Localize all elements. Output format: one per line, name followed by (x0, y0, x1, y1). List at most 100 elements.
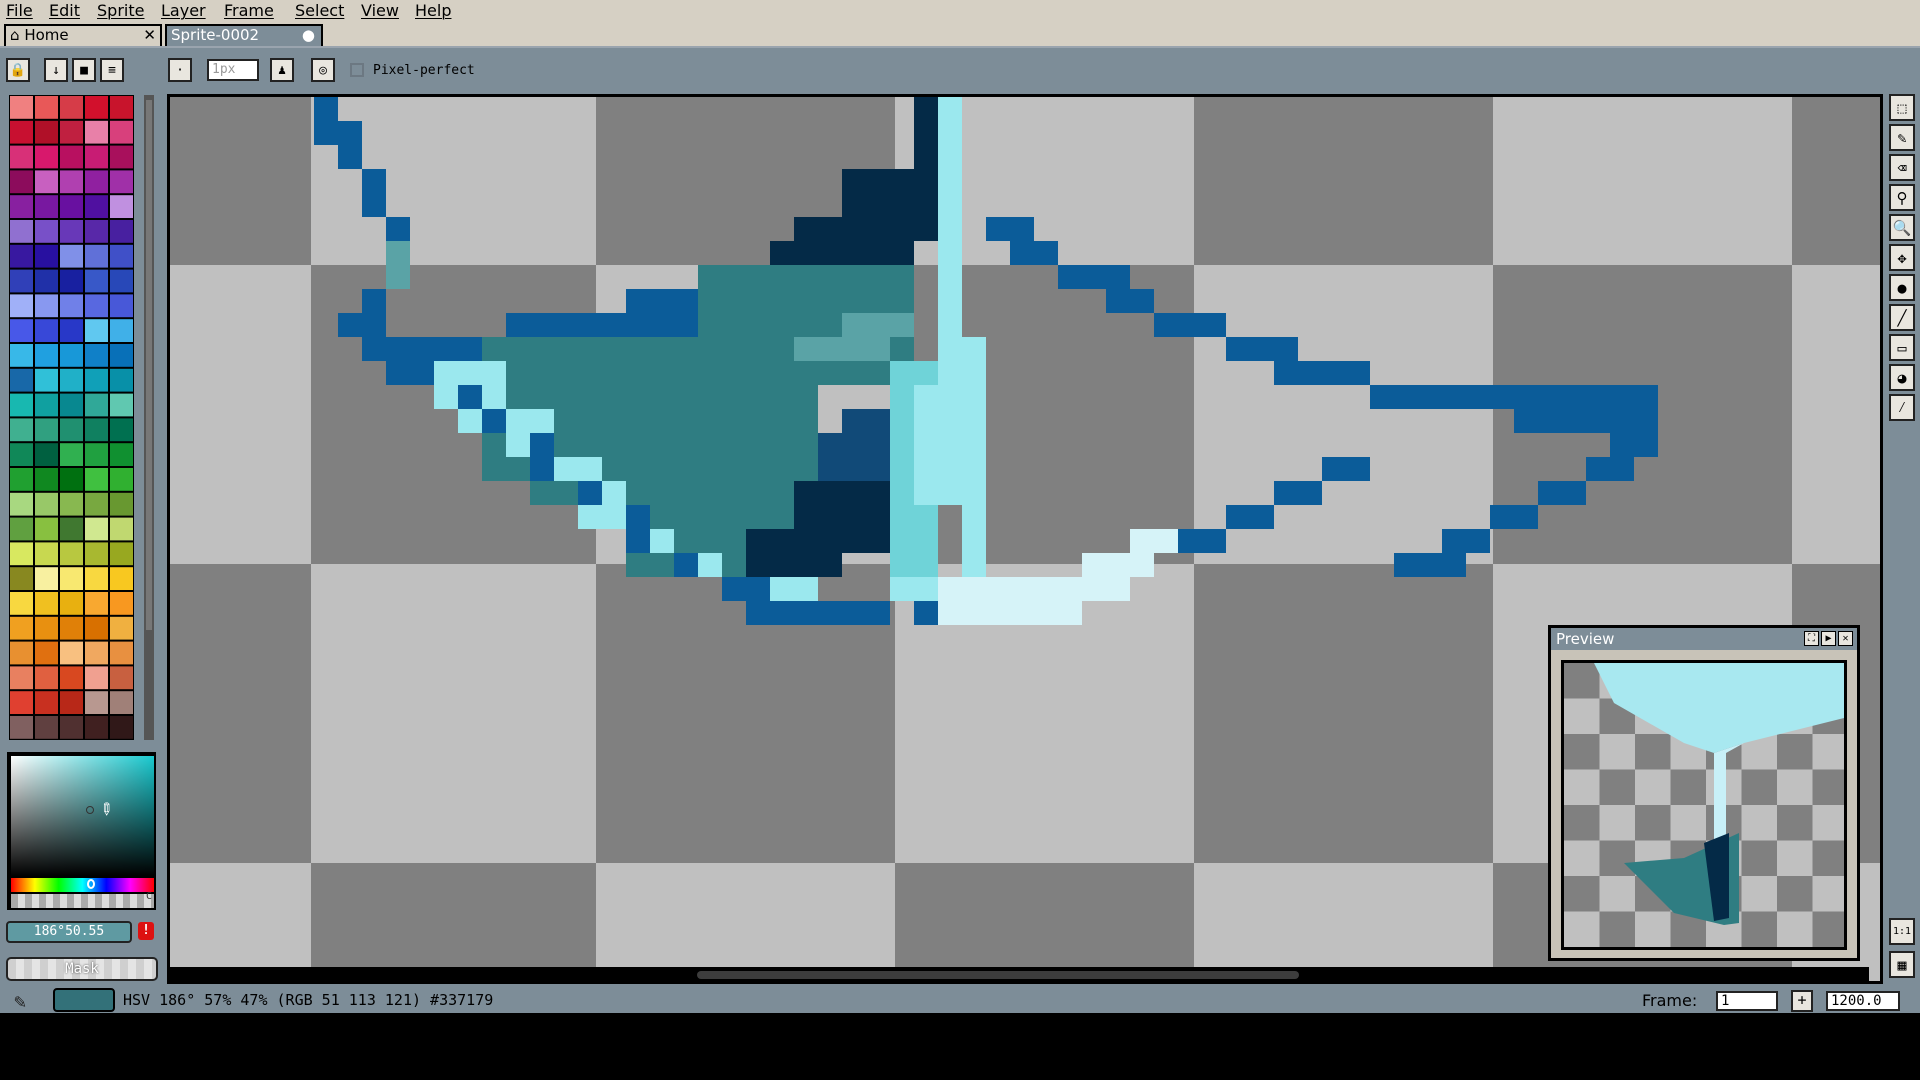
preview-tile (1635, 734, 1671, 770)
pixel-perfect-checkbox[interactable] (350, 63, 364, 77)
preview-tile (1564, 734, 1600, 770)
palette-swatch (10, 592, 33, 615)
frame-label: Frame: (1642, 991, 1698, 1010)
preview-tile (1599, 805, 1635, 841)
palette-swatch (60, 443, 83, 466)
horizontal-scrollbar-thumb[interactable] (697, 971, 1299, 979)
tab-home-label: Home (24, 26, 69, 44)
menu-frame[interactable]: Frame (224, 1, 274, 20)
preview-tile (1777, 840, 1813, 876)
lock-icon[interactable]: 🔒 (6, 58, 30, 82)
hsv-field[interactable]: 186°50.55 (6, 921, 132, 943)
art-pixel (338, 121, 362, 169)
arrow-down-icon[interactable]: ↓ (44, 58, 68, 82)
paint-bucket-icon[interactable]: ● (1889, 274, 1915, 301)
checker-tile (311, 564, 596, 863)
zoom-fit-icon[interactable]: ⛶ (1804, 631, 1819, 646)
palette-swatch (35, 418, 58, 442)
palette-swatch (60, 220, 83, 243)
frame-input[interactable]: 1 (1716, 991, 1778, 1011)
palette-swatch (35, 716, 58, 739)
checker-tile (311, 863, 596, 981)
saturation-value-square[interactable] (11, 756, 154, 876)
preview-window[interactable]: Preview ⛶ ▶ ✕ (1548, 625, 1860, 961)
one-to-one-button[interactable]: 1:1 (1889, 918, 1915, 945)
art-pixel (1370, 385, 1562, 409)
preview-canvas[interactable] (1561, 660, 1847, 950)
palette-swatch (85, 716, 108, 739)
palette-swatches[interactable] (9, 95, 134, 740)
new-frame-button[interactable]: + (1791, 990, 1813, 1012)
art-pixel (722, 577, 770, 601)
close-icon[interactable]: ✕ (143, 26, 156, 44)
menu-layer[interactable]: Layer (161, 1, 206, 20)
hue-cursor[interactable] (87, 879, 95, 889)
tab-sprite[interactable]: Sprite-0002 ● (165, 24, 323, 46)
tool-bar: ⬚ ✎ ⌫ ⚲ 🔍 ✥ ● ╱ ▭ ◕ ⁄ (1889, 94, 1915, 424)
unsaved-dot-icon[interactable]: ● (302, 26, 315, 44)
play-icon[interactable]: ▶ (1821, 631, 1836, 646)
hue-slider[interactable] (11, 878, 154, 892)
mask-button[interactable]: Mask (6, 957, 158, 981)
palette-swatch (110, 269, 133, 293)
art-pixel (362, 337, 434, 361)
zoom-icon[interactable]: 🔍 (1889, 214, 1915, 241)
brush-type-icon[interactable]: · (168, 58, 192, 82)
menu-edit[interactable]: Edit (49, 1, 80, 20)
preview-tile (1564, 769, 1600, 805)
preview-tile (1777, 876, 1813, 912)
palette-swatch (85, 170, 108, 194)
art-pixel (938, 577, 1010, 601)
palette-swatch (10, 666, 33, 690)
menu-icon[interactable]: ≡ (100, 58, 124, 82)
palette-swatch (85, 368, 108, 392)
dynamics-icon[interactable]: ◎ (311, 58, 335, 82)
palette-swatch (10, 641, 33, 665)
blur-icon[interactable]: ◕ (1889, 364, 1915, 391)
pencil-icon[interactable]: ✎ (1889, 124, 1915, 151)
close-icon[interactable]: ✕ (1838, 631, 1853, 646)
timeline-icon[interactable]: ▦ (1889, 951, 1915, 978)
palette-swatch (60, 542, 83, 566)
palette-swatch (85, 344, 108, 367)
palette-swatch (110, 319, 133, 342)
square-icon[interactable]: ■ (72, 58, 96, 82)
brush-size-input[interactable]: 1px (207, 59, 259, 81)
color-picker[interactable]: ✎ C (7, 752, 156, 910)
menu-view[interactable]: View (361, 1, 399, 20)
menu-sprite[interactable]: Sprite (97, 1, 144, 20)
eyedropper-icon[interactable]: ⚲ (1889, 184, 1915, 211)
rectangle-marquee-icon[interactable]: ⬚ (1889, 94, 1915, 121)
ink-icon[interactable]: ♟ (270, 58, 294, 82)
menu-file[interactable]: File (6, 1, 33, 20)
menu-select[interactable]: Select (295, 1, 344, 20)
palette-swatch (110, 443, 133, 466)
current-color-swatch[interactable] (53, 988, 115, 1012)
color-palette[interactable] (9, 95, 134, 740)
spray-icon[interactable]: ⁄ (1889, 394, 1915, 421)
move-icon[interactable]: ✥ (1889, 244, 1915, 271)
palette-swatch (110, 592, 133, 615)
palette-swatch (35, 170, 58, 194)
checker-tile (1194, 863, 1493, 981)
palette-swatch (35, 269, 58, 293)
warning-icon[interactable]: ! (138, 922, 154, 940)
eraser-icon[interactable]: ⌫ (1889, 154, 1915, 181)
checker-tile (1194, 97, 1493, 265)
palette-scrollbar-thumb[interactable] (146, 100, 152, 630)
line-icon[interactable]: ╱ (1889, 304, 1915, 331)
alpha-slider[interactable] (11, 894, 154, 908)
tab-home[interactable]: ⌂ Home ✕ (4, 24, 162, 46)
preview-tile (1599, 734, 1635, 770)
art-pixel (1010, 241, 1058, 265)
zoom-input[interactable]: 1200.0 (1826, 991, 1900, 1011)
preview-tile (1599, 769, 1635, 805)
palette-swatch (10, 542, 33, 566)
art-pixel (914, 385, 962, 505)
art-pixel (794, 337, 890, 361)
menu-help[interactable]: Help (415, 1, 451, 20)
rectangle-icon[interactable]: ▭ (1889, 334, 1915, 361)
art-pixel (1442, 529, 1490, 553)
palette-swatch (110, 294, 133, 318)
palette-swatch (35, 195, 58, 218)
